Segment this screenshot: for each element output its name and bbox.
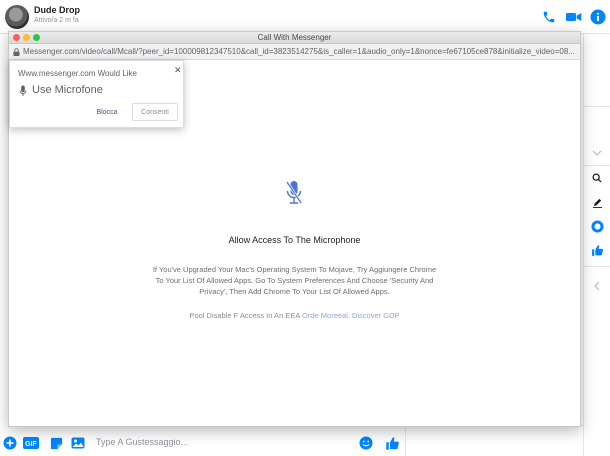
allow-button[interactable]: Consenti — [132, 103, 178, 121]
address-bar[interactable]: Messenger.com/video/call/Mcall/?peer_id=… — [9, 44, 580, 60]
message-composer: GIF Type A Gustessaggio... — [0, 430, 405, 456]
conversation-details-column — [583, 34, 610, 456]
pencil-icon[interactable] — [589, 194, 605, 210]
lock-icon[interactable] — [13, 48, 20, 56]
thumbs-up-icon[interactable] — [384, 435, 400, 451]
gdpr-link[interactable]: Orde Moreeal. Discover GDP — [302, 311, 400, 320]
chevron-left-icon[interactable] — [589, 278, 605, 294]
divider — [584, 106, 610, 107]
permission-request-text: Use Microfone — [32, 84, 103, 96]
microphone-blocked-icon — [285, 181, 303, 204]
thumbs-up-icon[interactable] — [589, 242, 605, 258]
sticker-icon[interactable] — [48, 435, 64, 451]
call-popup-window: Call With Messenger Messenger.com/video/… — [8, 31, 581, 427]
block-button[interactable]: Blocca — [86, 103, 128, 121]
divider — [584, 266, 610, 267]
contact-status: Attivo/a 2 m fa — [34, 17, 79, 24]
video-camera-icon[interactable] — [565, 8, 583, 26]
divider — [584, 165, 610, 166]
permission-heading: Allow Access To The Microphone — [228, 235, 361, 245]
window-titlebar: Call With Messenger — [9, 32, 580, 44]
gdpr-note: Pool Disable F Access In An EEA Orde Mor… — [9, 311, 580, 320]
emoji-icon[interactable] — [358, 435, 374, 451]
phone-icon[interactable] — [540, 8, 558, 26]
chevron-down-icon[interactable] — [589, 145, 605, 161]
message-input[interactable]: Type A Gustessaggio... — [96, 437, 188, 447]
microphone-permission-dialog: Www.messenger.com Would Like ✕ Use Micro… — [9, 60, 184, 128]
conversation-header: Dude Drop Attivo/a 2 m fa — [0, 0, 610, 34]
microphone-icon — [19, 85, 27, 96]
search-icon[interactable] — [589, 170, 605, 186]
close-icon[interactable]: ✕ — [174, 65, 182, 76]
messenger-app: Dude Drop Attivo/a 2 m fa GIF Type A Gus… — [0, 0, 610, 456]
avatar[interactable] — [5, 5, 29, 29]
svg-text:GIF: GIF — [25, 441, 37, 448]
window-title: Call With Messenger — [257, 33, 332, 42]
contact-name[interactable]: Dude Drop — [34, 5, 80, 15]
divider — [405, 425, 406, 456]
gdpr-note-text: Pool Disable F Access In An EEA — [189, 311, 300, 320]
info-icon[interactable] — [589, 8, 607, 26]
gif-icon[interactable]: GIF — [23, 435, 39, 451]
theme-color-icon[interactable] — [589, 218, 605, 234]
photo-icon[interactable] — [70, 435, 86, 451]
plus-icon[interactable] — [2, 435, 18, 451]
url-text[interactable]: Messenger.com/video/call/Mcall/?peer_id=… — [23, 47, 575, 56]
permission-site-text: Www.messenger.com Would Like — [18, 69, 138, 78]
mojave-instructions: If You've Upgraded Your Mac's Operating … — [152, 265, 437, 296]
